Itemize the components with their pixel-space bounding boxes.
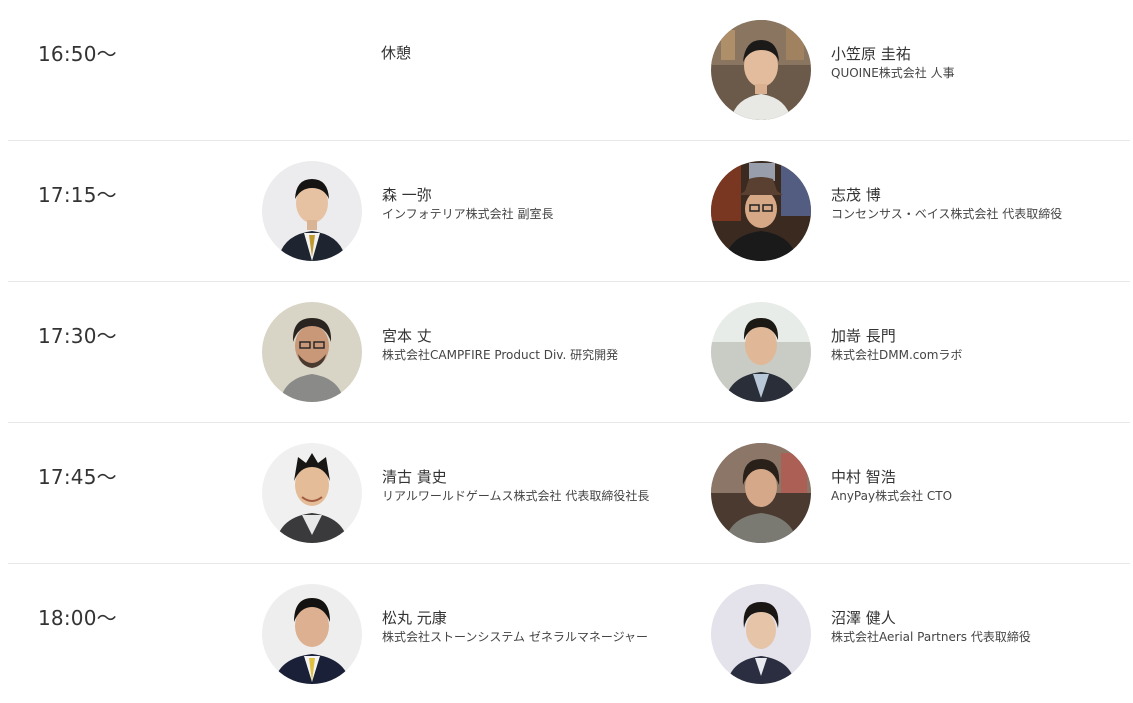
speaker-name: 清古 貴史 <box>382 468 447 486</box>
speaker-photo <box>711 443 811 543</box>
speaker-affiliation: 株式会社ストーンシステム ゼネラルマネージャー <box>382 630 649 644</box>
schedule-row: 16:50〜 休憩 小笠原 圭祐 QUOINE株式会社 人事 <box>8 0 1130 141</box>
schedule-row: 17:30〜 宮本 丈 株式会社CAMPFIRE Product Div. 研究… <box>8 282 1130 423</box>
speaker-photo <box>262 584 362 684</box>
speaker-photo <box>711 20 811 120</box>
speaker-name: 沼澤 健人 <box>831 609 896 627</box>
time-slot: 17:30〜 <box>38 324 117 348</box>
speaker-name: 中村 智浩 <box>831 468 896 486</box>
schedule-row: 17:15〜 森 一弥 インフォテリア株式会社 副室長 志茂 博 コンセンサス・… <box>8 141 1130 282</box>
time-slot: 17:45〜 <box>38 465 117 489</box>
speaker-card: 宮本 丈 株式会社CAMPFIRE Product Div. 研究開発 <box>262 302 662 402</box>
speaker-affiliation: リアルワールドゲームス株式会社 代表取締役社長 <box>382 489 650 503</box>
speaker-affiliation: コンセンサス・ベイス株式会社 代表取締役 <box>831 207 1063 221</box>
speaker-affiliation: AnyPay株式会社 CTO <box>831 489 953 503</box>
time-slot: 16:50〜 <box>38 42 117 66</box>
time-slot: 17:15〜 <box>38 183 117 207</box>
speaker-card: 小笠原 圭祐 QUOINE株式会社 人事 <box>711 20 1121 120</box>
speaker-photo <box>262 443 362 543</box>
break-label: 休憩 <box>381 44 412 62</box>
speaker-affiliation: 株式会社CAMPFIRE Product Div. 研究開発 <box>382 348 619 362</box>
speaker-card: 沼澤 健人 株式会社Aerial Partners 代表取締役 <box>711 584 1121 684</box>
schedule-row: 17:45〜 清古 貴史 リアルワールドゲームス株式会社 代表取締役社長 中村 … <box>8 423 1130 564</box>
speaker-photo <box>711 584 811 684</box>
speaker-affiliation: QUOINE株式会社 人事 <box>831 66 955 80</box>
time-slot: 18:00〜 <box>38 606 117 630</box>
speaker-card: 加嵜 長門 株式会社DMM.comラボ <box>711 302 1121 402</box>
speaker-card: 松丸 元康 株式会社ストーンシステム ゼネラルマネージャー <box>262 584 662 684</box>
speaker-name: 森 一弥 <box>382 186 432 204</box>
speaker-name: 志茂 博 <box>831 186 881 204</box>
speaker-name: 加嵜 長門 <box>831 327 896 345</box>
speaker-photo <box>262 161 362 261</box>
speaker-photo <box>711 302 811 402</box>
schedule-row: 18:00〜 松丸 元康 株式会社ストーンシステム ゼネラルマネージャー 沼澤 … <box>8 564 1130 703</box>
speaker-name: 小笠原 圭祐 <box>831 45 911 63</box>
speaker-affiliation: インフォテリア株式会社 副室長 <box>382 207 554 221</box>
speaker-card: 志茂 博 コンセンサス・ベイス株式会社 代表取締役 <box>711 161 1121 261</box>
speaker-card: 森 一弥 インフォテリア株式会社 副室長 <box>262 161 662 261</box>
timetable: 16:50〜 休憩 小笠原 圭祐 QUOINE株式会社 人事 17:15〜 森 … <box>0 0 1133 703</box>
speaker-photo <box>711 161 811 261</box>
speaker-name: 松丸 元康 <box>382 609 447 627</box>
speaker-photo <box>262 302 362 402</box>
speaker-affiliation: 株式会社DMM.comラボ <box>831 348 963 362</box>
speaker-affiliation: 株式会社Aerial Partners 代表取締役 <box>831 630 1031 644</box>
speaker-card: 清古 貴史 リアルワールドゲームス株式会社 代表取締役社長 <box>262 443 662 543</box>
speaker-card: 中村 智浩 AnyPay株式会社 CTO <box>711 443 1121 543</box>
speaker-name: 宮本 丈 <box>382 327 432 345</box>
